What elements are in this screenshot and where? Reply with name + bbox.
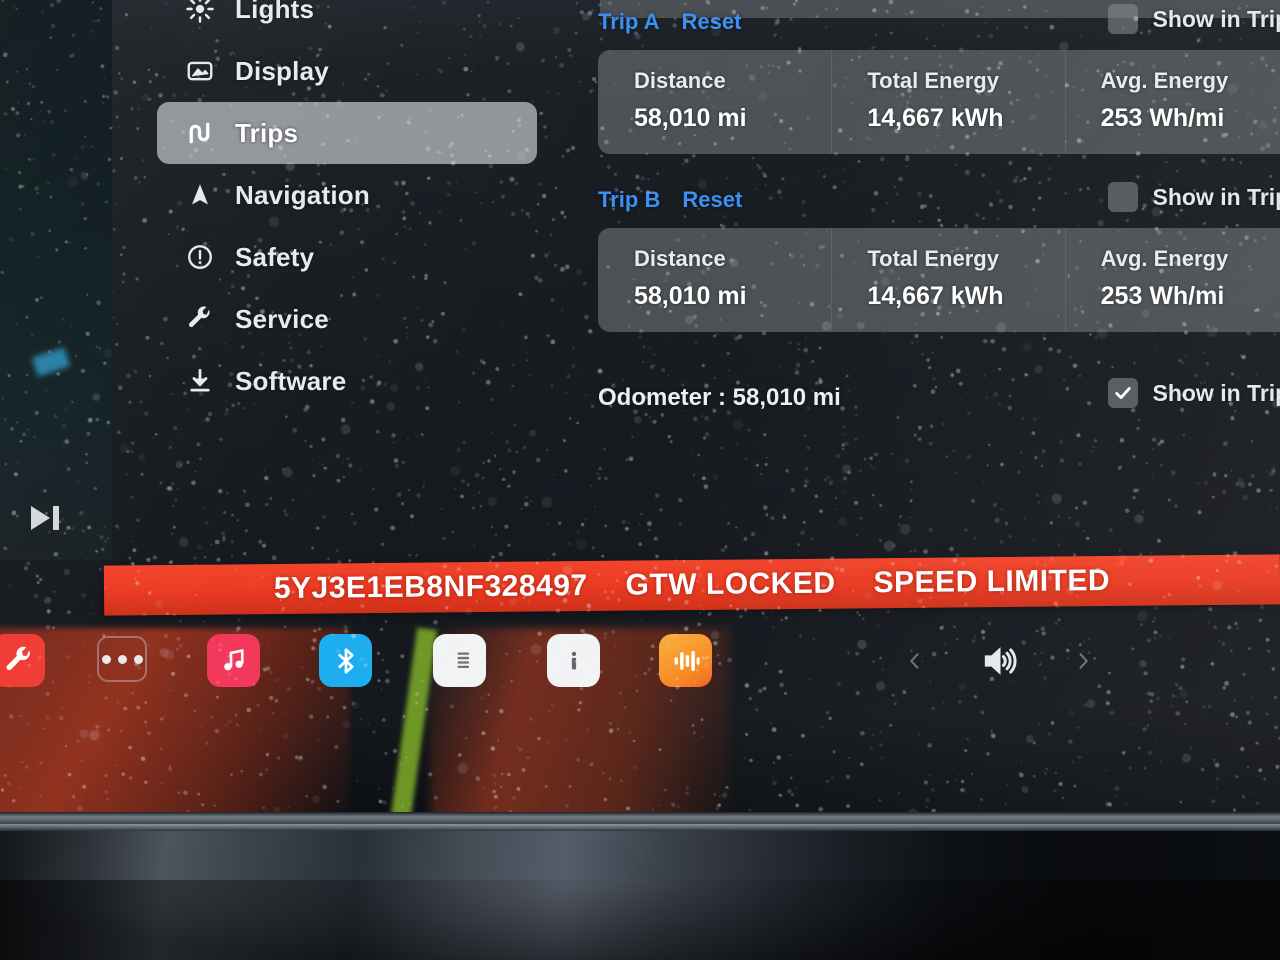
odometer-show-in-trips-label: Show in Trips — [1152, 379, 1280, 406]
trip-b-show-in-trips-label: Show in Trips — [1152, 183, 1280, 210]
bluetooth-icon[interactable] — [319, 634, 372, 687]
odometer-value: Odometer : 58,010 mi — [598, 384, 841, 411]
sidebar-item-navigation[interactable]: Navigation — [157, 164, 537, 226]
bottom-taskbar — [0, 634, 1280, 704]
trip-a-avg-energy-cell: Avg. Energy 253 Wh/mi — [1064, 50, 1280, 154]
trip-a-header: Trip A Reset Show in Trips — [598, 0, 1280, 44]
audio-waveform-icon[interactable] — [659, 634, 712, 687]
chevron-right-icon[interactable] — [1073, 647, 1093, 680]
column-header-distance: Distance — [634, 246, 726, 271]
sidebar-item-label: Software — [235, 365, 347, 396]
vehicle-vin: 5YJ3E1EB8NF328497 — [273, 569, 588, 606]
download-icon — [183, 364, 217, 398]
trip-a-distance-value: 58,010 mi — [634, 104, 747, 132]
column-header-distance: Distance — [634, 68, 726, 93]
chevron-left-icon[interactable] — [905, 647, 925, 680]
trip-b-reset-button[interactable]: Reset — [682, 187, 742, 213]
trip-b-name: Trip B — [598, 187, 661, 212]
service-wrench-icon[interactable] — [0, 634, 45, 687]
sidebar-item-label: Display — [235, 55, 329, 86]
skip-next-button[interactable] — [25, 500, 69, 536]
screen-bottom-bevel — [0, 812, 1280, 824]
speed-limited-status: SPEED LIMITED — [873, 563, 1111, 600]
trip-a-show-in-trips-toggle[interactable]: Show in Trips — [1108, 4, 1280, 34]
trip-a-card: Distance 58,010 mi Total Energy 14,667 k… — [598, 50, 1280, 154]
trip-b-avg-energy-cell: Avg. Energy 253 Wh/mi — [1064, 228, 1280, 332]
settings-sidebar: Lights Display Trips Navigation Safety S… — [157, 0, 557, 412]
trip-b-show-in-trips-toggle[interactable]: Show in Trips — [1108, 182, 1280, 212]
sidebar-item-software[interactable]: Software — [157, 350, 537, 412]
trip-b-avg-energy-value: 253 Wh/mi — [1100, 282, 1225, 310]
trip-b-total-energy-cell: Total Energy 14,667 kWh — [831, 228, 1064, 332]
trips-content: Trip A Reset Show in Trips Distance 58,0… — [598, 0, 1280, 418]
column-header-avg-energy: Avg. Energy — [1100, 68, 1229, 93]
interior-shadow — [0, 880, 1280, 960]
info-icon[interactable] — [547, 634, 600, 687]
sidebar-item-display[interactable]: Display — [157, 40, 537, 102]
volume-icon[interactable] — [975, 642, 1023, 685]
trip-b-distance-value: 58,010 mi — [634, 282, 747, 310]
sidebar-item-trips[interactable]: Trips — [157, 102, 537, 164]
notes-icon[interactable] — [433, 634, 486, 687]
odometer-show-in-trips-toggle[interactable]: Show in Trips — [1108, 378, 1280, 408]
odometer-checkbox[interactable] — [1108, 378, 1139, 408]
trips-road-icon — [183, 116, 217, 150]
center-display-screen: Lights Display Trips Navigation Safety S… — [0, 0, 1280, 824]
sidebar-item-label: Service — [235, 303, 329, 334]
column-header-avg-energy: Avg. Energy — [1100, 246, 1229, 271]
navigation-icon — [183, 178, 217, 212]
trip-b-total-energy-value: 14,667 kWh — [867, 282, 1004, 310]
trip-a-reset-button[interactable]: Reset — [682, 9, 742, 35]
trip-b-header: Trip B Reset Show in Trips — [598, 178, 1280, 222]
more-dots-icon[interactable] — [97, 636, 147, 682]
gtw-locked-status: GTW LOCKED — [625, 566, 836, 602]
tesla-touchscreen-photo: Lights Display Trips Navigation Safety S… — [0, 0, 1280, 960]
sidebar-item-label: Navigation — [235, 179, 370, 210]
lights-icon — [183, 0, 217, 26]
media-music-icon[interactable] — [207, 634, 260, 687]
trip-b-distance-cell: Distance 58,010 mi — [598, 228, 831, 332]
trip-b-card: Distance 58,010 mi Total Energy 14,667 k… — [598, 228, 1280, 332]
trip-a-checkbox[interactable] — [1108, 4, 1139, 34]
trip-a-total-energy-value: 14,667 kWh — [867, 104, 1004, 132]
sidebar-item-service[interactable]: Service — [157, 288, 537, 350]
trip-a-distance-cell: Distance 58,010 mi — [598, 50, 831, 154]
trip-b-checkbox[interactable] — [1108, 182, 1139, 212]
glass-reflection-left — [0, 0, 112, 560]
trip-a-avg-energy-value: 253 Wh/mi — [1100, 104, 1225, 132]
sidebar-item-lights[interactable]: Lights — [157, 0, 537, 40]
column-header-total-energy: Total Energy — [867, 68, 999, 93]
display-icon — [183, 54, 217, 88]
odometer-row: Odometer : 58,010 mi Show in Trips — [598, 378, 1280, 418]
sidebar-item-label: Safety — [235, 241, 315, 272]
warning-icon — [183, 240, 217, 274]
wrench-icon — [183, 302, 217, 336]
trip-a-name: Trip A — [598, 9, 660, 34]
column-header-total-energy: Total Energy — [867, 246, 999, 271]
sidebar-item-label: Trips — [235, 117, 299, 148]
sidebar-item-safety[interactable]: Safety — [157, 226, 537, 288]
sidebar-item-label: Lights — [235, 0, 315, 24]
trip-a-show-in-trips-label: Show in Trips — [1152, 5, 1280, 32]
trip-a-total-energy-cell: Total Energy 14,667 kWh — [831, 50, 1064, 154]
volume-controls — [905, 642, 1093, 685]
